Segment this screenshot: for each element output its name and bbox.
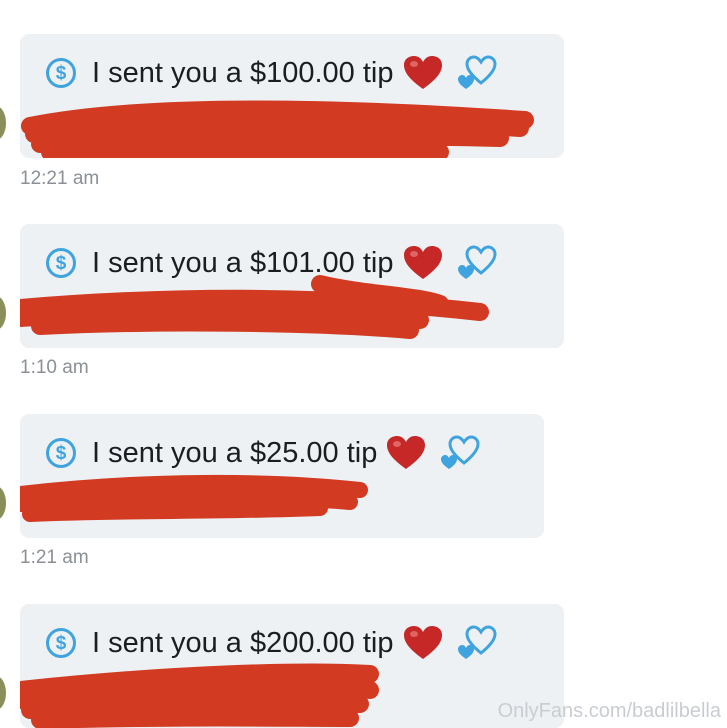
timestamp: 12:21 am (20, 168, 100, 189)
avatar (0, 486, 6, 520)
avatar (0, 106, 6, 140)
redacted-scribble (20, 275, 489, 339)
message-bubble: $ I sent you a $200.00 tip (20, 604, 564, 728)
message-bubble: $ I sent you a $101.00 tip (20, 224, 564, 348)
timestamp: 1:21 am (20, 547, 89, 568)
avatar (0, 676, 6, 710)
redacted-scribble (20, 474, 368, 522)
redacted-scribble (20, 663, 379, 728)
timestamp: 1:10 am (20, 357, 89, 378)
message-bubble: $ I sent you a $100.00 tip (20, 34, 564, 158)
watermark: OnlyFans.com/badlilbella (497, 700, 721, 722)
message-bubble: $ I sent you a $25.00 tip (20, 414, 544, 538)
redacted-scribble (21, 100, 534, 158)
avatar (0, 296, 6, 330)
